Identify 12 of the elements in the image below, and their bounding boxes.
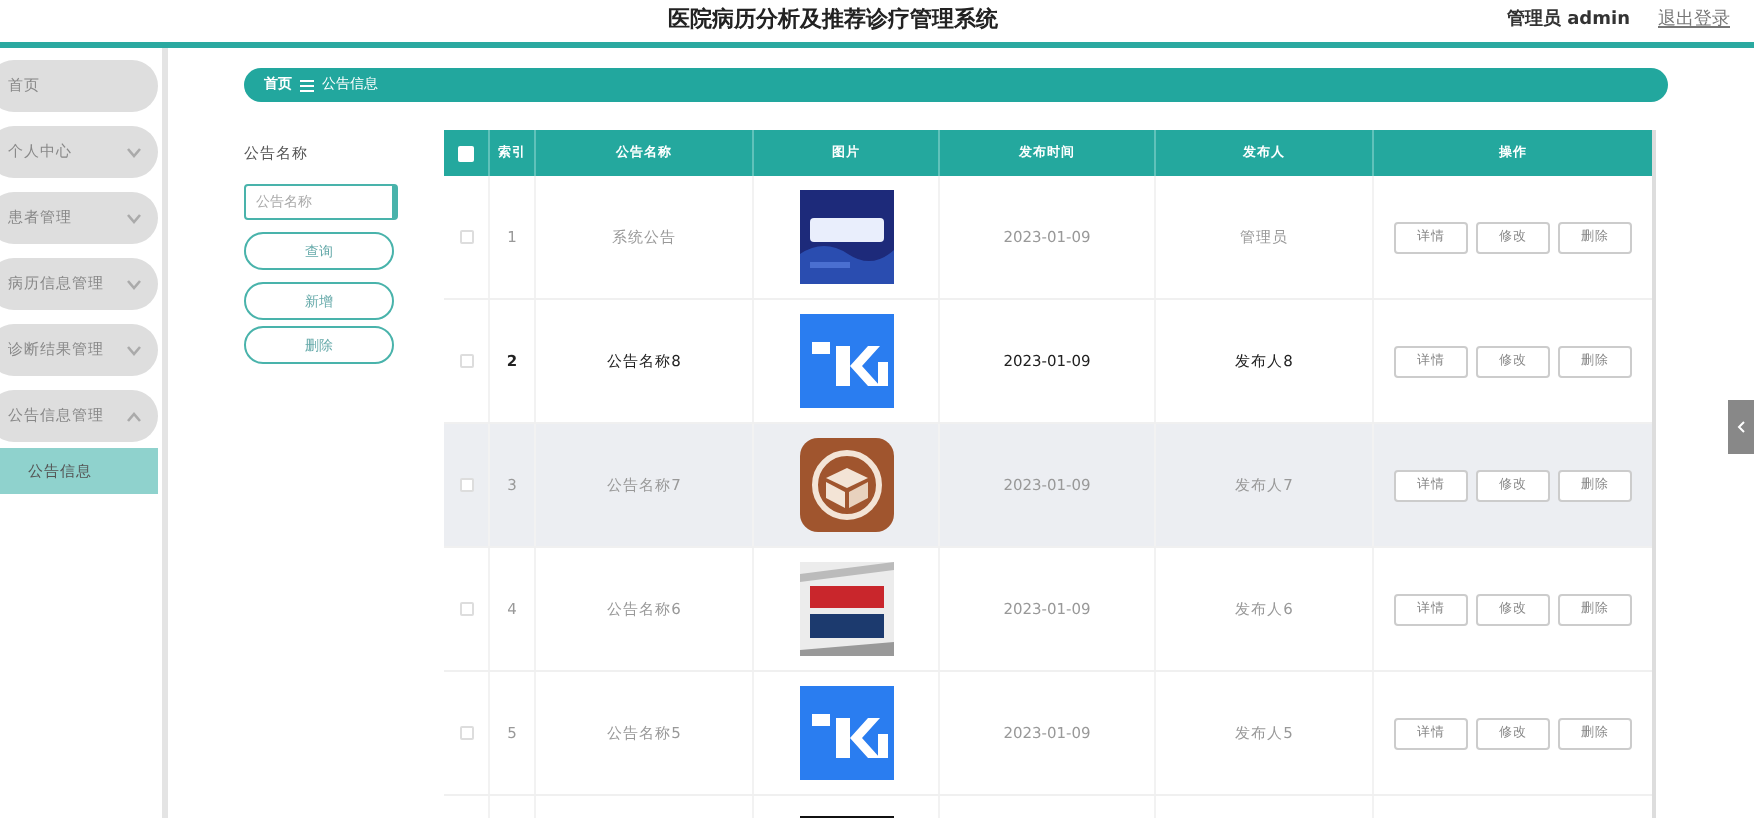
app-title: 医院病历分析及推荐诊疗管理系统 [666,4,1001,37]
logout-link[interactable]: 退出登录 [1658,7,1730,35]
row-checkbox[interactable] [459,354,473,368]
row-checkbox[interactable] [459,602,473,616]
menu-icon [300,79,314,91]
row-checkbox[interactable] [459,230,473,244]
select-all-checkbox[interactable] [458,145,474,161]
row-checkbox[interactable] [459,478,473,492]
user-label: 管理员 admin [1506,7,1630,34]
chevron-icon [1736,420,1746,434]
row-checkbox[interactable] [459,726,473,740]
side-tab[interactable] [1728,400,1754,454]
